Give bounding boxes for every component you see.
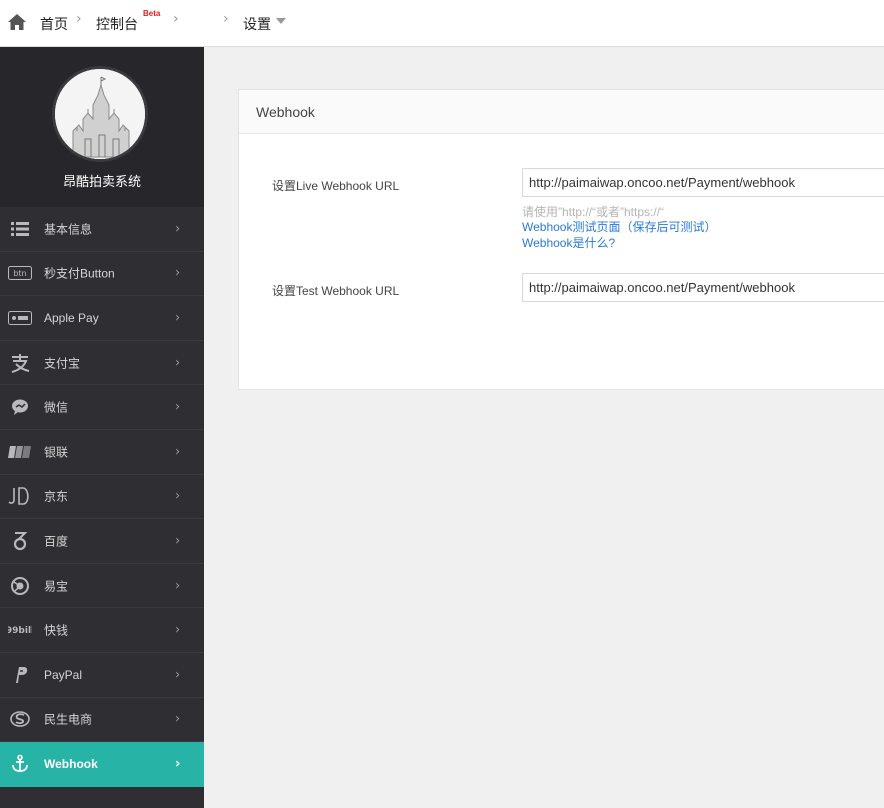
live-webhook-input[interactable] bbox=[522, 168, 884, 197]
webhook-test-page-link[interactable]: Webhook测试页面（保存后可测试） bbox=[522, 218, 716, 235]
sidebar-item-jd[interactable]: 京东 › bbox=[0, 475, 204, 520]
svg-text:btn: btn bbox=[13, 269, 26, 278]
caret-down-icon[interactable] bbox=[276, 18, 286, 24]
sidebar-item-minsheng[interactable]: 民生电商 › bbox=[0, 698, 204, 743]
99bill-icon: 99bill bbox=[8, 619, 32, 641]
minsheng-icon bbox=[8, 708, 32, 730]
home-icon[interactable] bbox=[7, 12, 27, 32]
sidebar-item-alipay[interactable]: 支付宝 › bbox=[0, 341, 204, 386]
paypal-icon bbox=[8, 664, 32, 686]
sidebar-item-label: 京东 bbox=[44, 489, 69, 504]
sidebar-item-label: 基本信息 bbox=[44, 222, 93, 237]
sidebar-item-basic-info[interactable]: 基本信息 › bbox=[0, 207, 204, 252]
chevron-right-icon: › bbox=[173, 11, 179, 27]
top-bar: 首页 › 控制台 Beta › › 设置 bbox=[0, 0, 884, 47]
alipay-icon bbox=[8, 352, 32, 374]
sidebar-item-label: PayPal bbox=[44, 667, 83, 682]
baidu-icon bbox=[8, 530, 32, 552]
sidebar-item-label: 微信 bbox=[44, 400, 69, 415]
profile-panel: 昂酷拍卖系统 bbox=[0, 47, 204, 207]
svg-text:99bill: 99bill bbox=[8, 626, 32, 636]
chevron-right-icon: › bbox=[175, 488, 181, 504]
chevron-right-icon: › bbox=[175, 265, 181, 281]
breadcrumb-home[interactable]: 首页 bbox=[40, 14, 68, 34]
sidebar-item-pay-button[interactable]: btn 秒支付Button › bbox=[0, 252, 204, 297]
test-webhook-label: 设置Test Webhook URL bbox=[272, 284, 400, 298]
chevron-right-icon: › bbox=[175, 444, 181, 460]
sidebar-item-label: 秒支付Button bbox=[44, 266, 115, 281]
apple-pay-icon bbox=[8, 307, 32, 329]
sidebar-item-label: 快钱 bbox=[44, 623, 69, 638]
sidebar-item-label: Webhook bbox=[44, 756, 98, 771]
sidebar-item-label: 易宝 bbox=[44, 579, 69, 594]
chevron-right-icon: › bbox=[76, 11, 82, 27]
sidebar-item-wechat[interactable]: 微信 › bbox=[0, 385, 204, 430]
sidebar-item-unionpay[interactable]: 银联 › bbox=[0, 430, 204, 475]
sidebar-nav: 基本信息 › btn 秒支付Button › Apple Pay › 支付宝 › bbox=[0, 207, 204, 787]
profile-name: 昂酷拍卖系统 bbox=[62, 174, 141, 189]
avatar[interactable] bbox=[52, 66, 148, 162]
btn-icon: btn bbox=[8, 262, 32, 284]
webhook-what-is-link[interactable]: Webhook是什么? bbox=[522, 234, 615, 251]
list-icon bbox=[8, 218, 32, 240]
sidebar-item-label: 民生电商 bbox=[44, 712, 93, 727]
chevron-right-icon: › bbox=[175, 399, 181, 415]
card-title: Webhook bbox=[239, 90, 884, 134]
sidebar: 昂酷拍卖系统 基本信息 › btn 秒支付Button › Apple Pay … bbox=[0, 47, 204, 808]
sidebar-item-baidu[interactable]: 百度 › bbox=[0, 519, 204, 564]
test-webhook-input[interactable] bbox=[522, 273, 884, 302]
sidebar-item-webhook[interactable]: Webhook › bbox=[0, 742, 204, 787]
sidebar-item-label: 百度 bbox=[44, 534, 69, 549]
unionpay-icon bbox=[8, 441, 32, 463]
sidebar-item-label: 支付宝 bbox=[44, 356, 81, 371]
chevron-right-icon: › bbox=[223, 11, 229, 27]
chevron-right-icon: › bbox=[175, 622, 181, 638]
yeepay-icon bbox=[8, 575, 32, 597]
breadcrumb-current[interactable]: 设置 bbox=[243, 14, 271, 34]
anchor-icon bbox=[8, 753, 32, 775]
sidebar-item-apple-pay[interactable]: Apple Pay › bbox=[0, 296, 204, 341]
sidebar-item-label: 银联 bbox=[44, 445, 69, 460]
castle-logo-icon bbox=[55, 69, 145, 159]
sidebar-item-label: Apple Pay bbox=[44, 310, 99, 325]
chevron-right-icon: › bbox=[175, 667, 181, 683]
sidebar-item-paypal[interactable]: PayPal › bbox=[0, 653, 204, 698]
webhook-settings-card: Webhook 设置Live Webhook URL 请使用”http://“或… bbox=[238, 89, 884, 390]
sidebar-item-yeepay[interactable]: 易宝 › bbox=[0, 564, 204, 609]
chevron-right-icon: › bbox=[175, 221, 181, 237]
chevron-right-icon: › bbox=[175, 355, 181, 371]
chevron-right-icon: › bbox=[175, 533, 181, 549]
chevron-right-icon: › bbox=[175, 578, 181, 594]
sidebar-item-99bill[interactable]: 99bill 快钱 › bbox=[0, 608, 204, 653]
breadcrumb-console[interactable]: 控制台 bbox=[96, 14, 138, 34]
wechat-icon bbox=[8, 396, 32, 418]
chevron-right-icon: › bbox=[175, 711, 181, 727]
jd-icon bbox=[8, 485, 32, 507]
live-webhook-label: 设置Live Webhook URL bbox=[272, 179, 400, 193]
chevron-right-icon: › bbox=[175, 310, 181, 326]
chevron-right-icon: › bbox=[175, 756, 181, 772]
beta-badge: Beta bbox=[143, 9, 161, 18]
